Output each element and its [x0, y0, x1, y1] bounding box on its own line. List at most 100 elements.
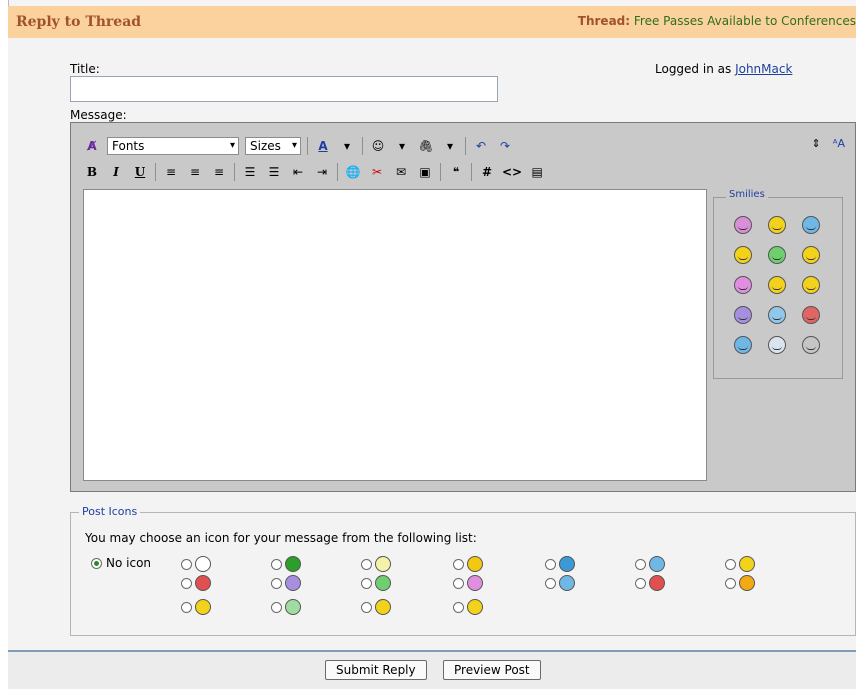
post-icon-radio[interactable]	[453, 601, 464, 613]
smile-icon[interactable]	[802, 276, 820, 294]
font-select[interactable]: Fonts ▾	[107, 137, 239, 155]
quote-icon[interactable]: ❝	[447, 163, 465, 181]
post-icon-option[interactable]	[725, 575, 755, 591]
post-icon-option[interactable]	[181, 575, 211, 591]
post-icon-option[interactable]	[545, 575, 575, 591]
post-icon-option[interactable]	[453, 556, 483, 572]
post-icon-radio[interactable]	[545, 577, 556, 589]
post-icon-option[interactable]	[271, 599, 301, 615]
align-center-icon[interactable]: ≡	[186, 163, 204, 181]
align-right-icon[interactable]: ≡	[210, 163, 228, 181]
post-icon-radio[interactable]	[361, 601, 372, 613]
toolbar-divider	[362, 137, 363, 155]
editor-toolbar-bottom: B I U ≡ ≡ ≡ ☰ ☰ ⇤ ⇥ 🌐 ✂ ✉ ▣ ❝ # <> ▤	[83, 161, 546, 183]
post-icon-option[interactable]	[635, 556, 665, 572]
post-icon-option[interactable]	[181, 599, 211, 615]
thread-info: Thread: Free Passes Available to Confere…	[578, 14, 856, 28]
sunglasses-smiley-icon[interactable]	[768, 336, 786, 354]
love-smiley-icon[interactable]	[802, 246, 820, 264]
post-icon-option[interactable]	[271, 556, 301, 572]
wink-smiley-icon[interactable]	[768, 216, 786, 234]
remove-format-icon[interactable]: A̸	[83, 137, 101, 155]
switch-editor-mode-icon[interactable]: ᴬA	[833, 137, 845, 150]
insert-link-icon[interactable]: 🌐	[344, 163, 362, 181]
undo-icon[interactable]: ↶	[472, 137, 490, 155]
post-icon-option[interactable]	[635, 575, 665, 591]
big-smile-icon[interactable]	[768, 276, 786, 294]
grin-smiley-icon[interactable]	[768, 246, 786, 264]
unordered-list-icon[interactable]: ☰	[265, 163, 283, 181]
post-icon-radio[interactable]	[725, 558, 736, 570]
wrap-html-button[interactable]: <>	[502, 163, 522, 181]
post-icon-option[interactable]	[453, 575, 483, 591]
post-icon-radio[interactable]	[271, 601, 282, 613]
wrap-code-button[interactable]: #	[478, 163, 496, 181]
toolbar-divider	[307, 137, 308, 155]
title-input[interactable]	[70, 76, 498, 102]
post-icon-option[interactable]	[361, 599, 391, 615]
insert-email-icon[interactable]: ✉	[392, 163, 410, 181]
post-icon-radio[interactable]	[635, 577, 646, 589]
attachment-icon[interactable]: 🖇	[417, 137, 435, 155]
sad-icon	[285, 575, 301, 591]
insert-image-icon[interactable]: ▣	[416, 163, 434, 181]
post-icon-radio[interactable]	[453, 577, 464, 589]
post-icon-radio[interactable]	[635, 558, 646, 570]
post-icon-radio[interactable]	[361, 558, 372, 570]
font-color-icon[interactable]: A	[314, 137, 332, 155]
wrap-php-icon[interactable]: ▤	[528, 163, 546, 181]
username-link[interactable]: JohnMack	[735, 62, 792, 76]
post-icon-option[interactable]	[545, 556, 575, 572]
confused-smiley-icon[interactable]	[768, 306, 786, 324]
post-icon-option[interactable]	[271, 575, 301, 591]
underline-button[interactable]: U	[131, 163, 149, 181]
size-select[interactable]: Sizes ▾	[245, 137, 301, 155]
font-color-chevron-icon[interactable]: ▾	[338, 137, 356, 155]
indent-icon[interactable]: ⇥	[313, 163, 331, 181]
post-icons-hint: You may choose an icon for your message …	[85, 531, 477, 545]
post-icon-radio[interactable]	[453, 558, 464, 570]
post-icon-option[interactable]	[453, 599, 483, 615]
post-icons-fieldset: Post Icons You may choose an icon for yo…	[70, 505, 856, 636]
font-select-chevron-icon: ▾	[229, 140, 235, 151]
post-icon-radio[interactable]	[181, 601, 192, 613]
bold-button[interactable]: B	[83, 163, 101, 181]
sleep-smiley-icon[interactable]	[734, 246, 752, 264]
no-icon-radio[interactable]	[91, 557, 102, 569]
attachment-chevron-icon[interactable]: ▾	[441, 137, 459, 155]
post-icon-option[interactable]	[181, 556, 211, 572]
post-icon-radio[interactable]	[181, 577, 192, 589]
resize-editor-icon[interactable]: ⇕	[812, 137, 821, 150]
rolleyes-smiley-icon[interactable]	[734, 336, 752, 354]
post-icon-radio[interactable]	[725, 577, 736, 589]
remove-link-icon[interactable]: ✂	[368, 163, 386, 181]
post-icon-radio[interactable]	[545, 558, 556, 570]
happy-smiley-icon[interactable]	[734, 276, 752, 294]
no-icon-option[interactable]: No icon	[91, 556, 151, 570]
redo-icon[interactable]: ↷	[496, 137, 514, 155]
message-textarea[interactable]	[83, 189, 707, 481]
post-icon-radio[interactable]	[271, 577, 282, 589]
smiley-menu-icon[interactable]: ☺	[369, 137, 387, 155]
post-icon-option[interactable]	[725, 556, 755, 572]
outdent-icon[interactable]: ⇤	[289, 163, 307, 181]
font-select-value: Fonts	[112, 139, 145, 153]
no-icon-label: No icon	[106, 556, 152, 570]
cool-smiley-icon[interactable]	[802, 216, 820, 234]
post-icon-radio[interactable]	[361, 577, 372, 589]
post-icon-option[interactable]	[361, 556, 391, 572]
tongue-smiley-icon[interactable]	[734, 216, 752, 234]
align-left-icon[interactable]: ≡	[162, 163, 180, 181]
ordered-list-icon[interactable]: ☰	[241, 163, 259, 181]
italic-button[interactable]: I	[107, 163, 125, 181]
post-icon-radio[interactable]	[271, 558, 282, 570]
logged-in-info: Logged in as JohnMack	[655, 62, 792, 76]
post-icon-option[interactable]	[361, 575, 391, 591]
sad-smiley-icon[interactable]	[734, 306, 752, 324]
post-icon-radio[interactable]	[181, 558, 192, 570]
shocked-smiley-icon[interactable]	[802, 336, 820, 354]
smiley-menu-chevron-icon[interactable]: ▾	[393, 137, 411, 155]
mad-smiley-icon[interactable]	[802, 306, 820, 324]
preview-post-button[interactable]: Preview Post	[443, 660, 541, 680]
submit-reply-button[interactable]: Submit Reply	[325, 660, 427, 680]
